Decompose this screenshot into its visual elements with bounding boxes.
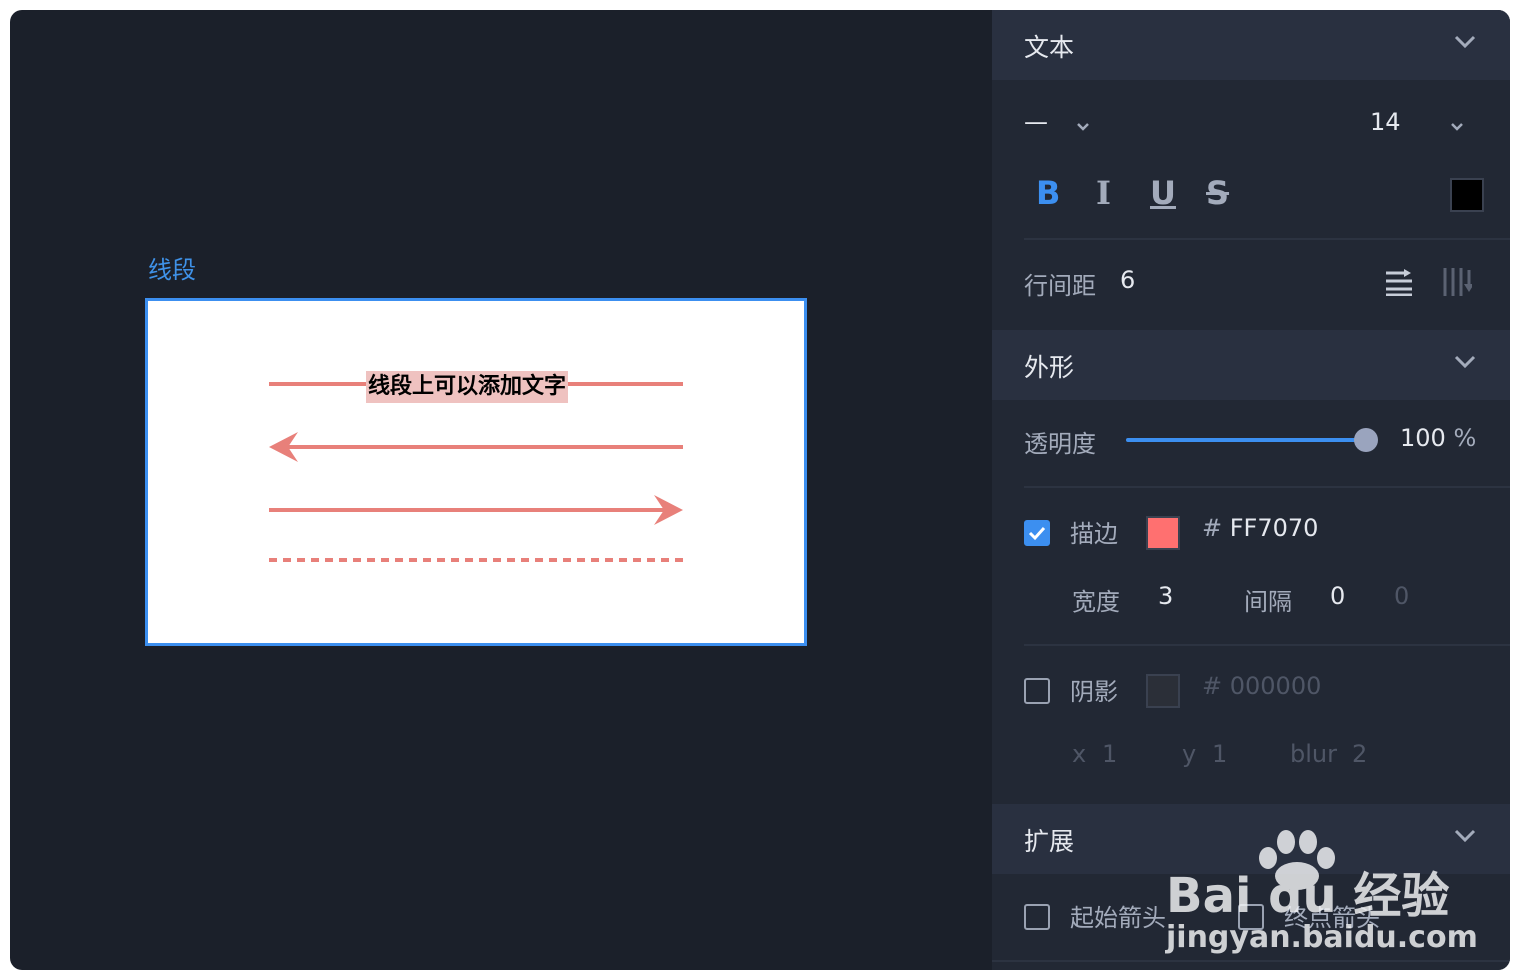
watermark-url-text: jingyan.baidu.com <box>1166 920 1478 955</box>
paragraph-spacing-icon[interactable] <box>1442 266 1472 298</box>
stroke-label: 描边 <box>1070 520 1118 548</box>
stroke-gap-value-2[interactable]: 0 <box>1394 582 1409 610</box>
stroke-width-value[interactable]: 3 <box>1158 582 1173 610</box>
properties-panel: 文本 — 14 B I U S 行间距 6 外形 透明度 100 % 描边 # … <box>992 10 1510 970</box>
bold-button[interactable]: B <box>1036 174 1060 212</box>
selected-shape[interactable]: 线段上可以添加文字 <box>145 298 807 646</box>
line-text-label[interactable]: 线段上可以添加文字 <box>366 371 569 403</box>
text-section-title: 文本 <box>1024 33 1075 62</box>
line-height-value[interactable]: 6 <box>1120 266 1135 294</box>
stroke-hex-value: FF7070 <box>1229 514 1319 542</box>
opacity-value[interactable]: 100 % <box>1400 424 1476 452</box>
stroke-gap-value[interactable]: 0 <box>1330 582 1345 610</box>
watermark-brand-text: Bai du 经验 <box>1166 868 1450 924</box>
text-color-swatch[interactable] <box>1450 178 1484 212</box>
extend-section-title: 扩展 <box>1024 827 1075 856</box>
opacity-slider-handle[interactable] <box>1354 428 1378 452</box>
line-spacing-icon[interactable] <box>1384 268 1414 296</box>
shadow-hex-value: 000000 <box>1229 672 1322 700</box>
font-size-chevron-icon[interactable] <box>1450 122 1464 132</box>
underline-button[interactable]: U <box>1150 174 1176 212</box>
divider <box>1024 644 1510 646</box>
font-size-select[interactable]: 14 <box>1370 108 1401 136</box>
opacity-label: 透明度 <box>1024 430 1096 458</box>
opacity-unit: % <box>1453 424 1477 452</box>
opacity-number: 100 <box>1400 424 1446 452</box>
chevron-down-icon[interactable] <box>1454 35 1476 49</box>
shadow-blur-value[interactable]: 2 <box>1352 740 1367 768</box>
shadow-y-value[interactable]: 1 <box>1212 740 1227 768</box>
shadow-hex-prefix: # <box>1202 672 1223 700</box>
text-section-header[interactable]: 文本 <box>992 10 1510 80</box>
stroke-hex-field[interactable]: # FF7070 <box>1202 514 1318 542</box>
stroke-hex-prefix: # <box>1202 514 1223 542</box>
start-arrow-label: 起始箭头 <box>1070 904 1166 932</box>
shadow-y-label: y <box>1182 740 1197 768</box>
shadow-color-swatch[interactable] <box>1146 674 1180 708</box>
checkmark-icon <box>1028 526 1046 541</box>
baidu-watermark: Bai du 经验 jingyan.baidu.com <box>1164 826 1478 966</box>
font-size-value: 14 <box>1370 108 1401 136</box>
font-family-value: — <box>1024 108 1048 136</box>
divider <box>1024 486 1510 488</box>
strikethrough-button[interactable]: S <box>1206 174 1229 212</box>
font-family-chevron-icon[interactable] <box>1076 122 1090 132</box>
shadow-label: 阴影 <box>1070 678 1118 706</box>
stroke-color-swatch[interactable] <box>1146 516 1180 550</box>
divider <box>1024 238 1510 240</box>
shadow-x-value[interactable]: 1 <box>1102 740 1117 768</box>
stroke-checkbox[interactable] <box>1024 520 1050 546</box>
italic-button[interactable]: I <box>1096 174 1111 212</box>
shadow-x-label: x <box>1072 740 1087 768</box>
chevron-down-icon[interactable] <box>1454 355 1476 369</box>
app-window: 线段 线段上可以添加文字 文本 — 14 B I U S 行间距 6 外形 透明… <box>10 10 1510 970</box>
shadow-checkbox[interactable] <box>1024 678 1050 704</box>
canvas-area[interactable]: 线段 线段上可以添加文字 <box>10 10 992 970</box>
shadow-blur-label: blur <box>1290 740 1337 768</box>
appearance-section-title: 外形 <box>1024 353 1075 382</box>
line-height-label: 行间距 <box>1024 272 1096 300</box>
font-family-select[interactable]: — <box>1024 108 1048 136</box>
shape-label: 线段 <box>148 256 196 284</box>
opacity-slider-track[interactable] <box>1126 438 1366 442</box>
appearance-section-header[interactable]: 外形 <box>992 330 1510 400</box>
shadow-hex-field[interactable]: # 000000 <box>1202 672 1321 700</box>
stroke-width-label: 宽度 <box>1072 588 1120 616</box>
stroke-gap-label: 间隔 <box>1244 588 1292 616</box>
start-arrow-checkbox[interactable] <box>1024 904 1050 930</box>
line-samples <box>269 382 683 562</box>
